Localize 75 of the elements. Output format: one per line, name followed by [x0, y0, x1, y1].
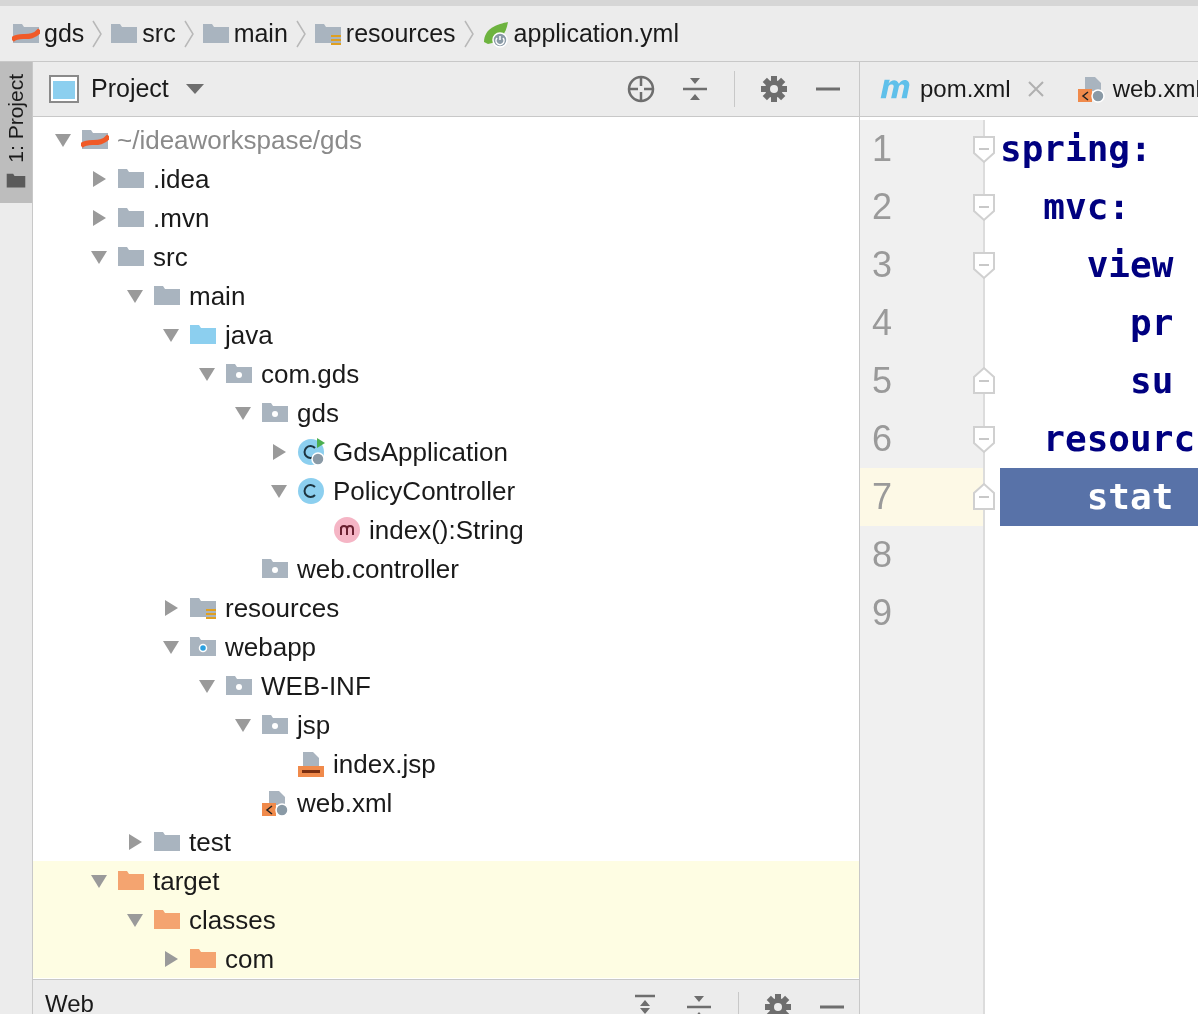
- panel-title[interactable]: Project: [91, 70, 169, 108]
- expand-arrow-icon[interactable]: [90, 169, 108, 188]
- line-number: 2: [872, 189, 893, 225]
- code-line: su: [1129, 359, 1175, 403]
- xml-icon: [261, 788, 289, 817]
- expand-arrow-icon[interactable]: [90, 208, 108, 227]
- tree-item-label[interactable]: com.gds: [261, 360, 360, 387]
- line-number: 1: [872, 131, 893, 167]
- line-number: 9: [872, 595, 893, 631]
- code-line: pr: [1129, 301, 1175, 345]
- fold-marker-icon[interactable]: [972, 423, 996, 455]
- tree-item-label[interactable]: classes: [189, 906, 276, 933]
- xml-icon: [1076, 75, 1105, 103]
- crosshair-icon[interactable]: [626, 74, 656, 104]
- tree-item-label[interactable]: jsp: [297, 711, 331, 738]
- expand-arrow-icon[interactable]: [162, 949, 180, 968]
- chevron-icon: [463, 19, 474, 48]
- class-icon: [297, 476, 325, 505]
- maven-icon: [880, 78, 912, 100]
- breadcrumb-item[interactable]: src: [142, 14, 176, 53]
- method-icon: [333, 515, 361, 544]
- fold-marker-icon[interactable]: [972, 365, 996, 397]
- expand-arrow-icon[interactable]: [126, 832, 144, 851]
- close-icon[interactable]: [1026, 80, 1045, 98]
- tree-item-label[interactable]: .mvn: [153, 204, 210, 231]
- breadcrumb-item[interactable]: application.yml: [513, 14, 679, 53]
- line-number: 3: [872, 247, 893, 283]
- panel-title[interactable]: Web: [45, 992, 94, 1014]
- editor-tab[interactable]: pom.xml: [876, 62, 1049, 116]
- fold-marker-icon[interactable]: [972, 133, 996, 165]
- tree-item-label[interactable]: java: [225, 321, 273, 348]
- dropdown-caret-icon[interactable]: [184, 83, 205, 95]
- tree-item-label[interactable]: index.jsp: [333, 750, 436, 777]
- line-number: 7: [872, 479, 893, 515]
- tree-item-label[interactable]: GdsApplication: [333, 438, 508, 465]
- expand-arrow-icon[interactable]: [162, 598, 180, 617]
- fold-marker-icon[interactable]: [972, 249, 996, 281]
- tree-item-label[interactable]: WEB-INF: [261, 672, 371, 699]
- tree-item-label[interactable]: test: [189, 828, 231, 855]
- chevron-icon: [295, 19, 306, 48]
- tree-item-label[interactable]: com: [225, 945, 275, 972]
- line-number: 6: [872, 421, 893, 457]
- fold-marker-icon[interactable]: [972, 191, 996, 223]
- code-line: view: [1085, 243, 1175, 287]
- tree-item-label[interactable]: gds: [297, 399, 339, 426]
- code-line: mvc:: [1042, 185, 1132, 229]
- chevron-icon: [92, 19, 103, 48]
- tree-item-label[interactable]: webapp: [225, 633, 317, 660]
- settings-icon[interactable]: [763, 992, 793, 1014]
- tree-item-label[interactable]: target: [153, 867, 220, 894]
- code-line: spring:: [1000, 127, 1153, 171]
- run-class-icon: [297, 437, 325, 466]
- tree-item-label[interactable]: PolicyController: [333, 477, 516, 504]
- tree-item-label[interactable]: .idea: [153, 165, 210, 192]
- breadcrumb-item[interactable]: main: [233, 14, 288, 53]
- window-icon: [49, 75, 79, 103]
- jsp-icon: [297, 749, 325, 778]
- settings-icon[interactable]: [759, 74, 789, 104]
- fold-marker-icon[interactable]: [972, 481, 996, 513]
- tree-item-label[interactable]: web.xml: [297, 789, 393, 816]
- side-tab[interactable]: 1: Project: [0, 62, 32, 203]
- spring-file-icon: [481, 19, 510, 48]
- tree-item-label[interactable]: resources: [225, 594, 340, 621]
- breadcrumb-item[interactable]: resources: [345, 14, 456, 53]
- code-line: resourc: [1042, 417, 1197, 461]
- expand-arrow-icon[interactable]: [270, 442, 288, 461]
- tree-item-label[interactable]: main: [189, 282, 246, 309]
- line-number: 8: [872, 537, 893, 573]
- tree-item-label[interactable]: web.controller: [297, 555, 459, 582]
- tree-item-label[interactable]: index():String: [369, 516, 524, 543]
- tree-item-label[interactable]: src: [153, 243, 188, 270]
- line-number: 4: [872, 305, 893, 341]
- chevron-icon: [183, 19, 194, 48]
- line-number: 5: [872, 363, 893, 399]
- breadcrumb-item[interactable]: gds: [44, 14, 85, 53]
